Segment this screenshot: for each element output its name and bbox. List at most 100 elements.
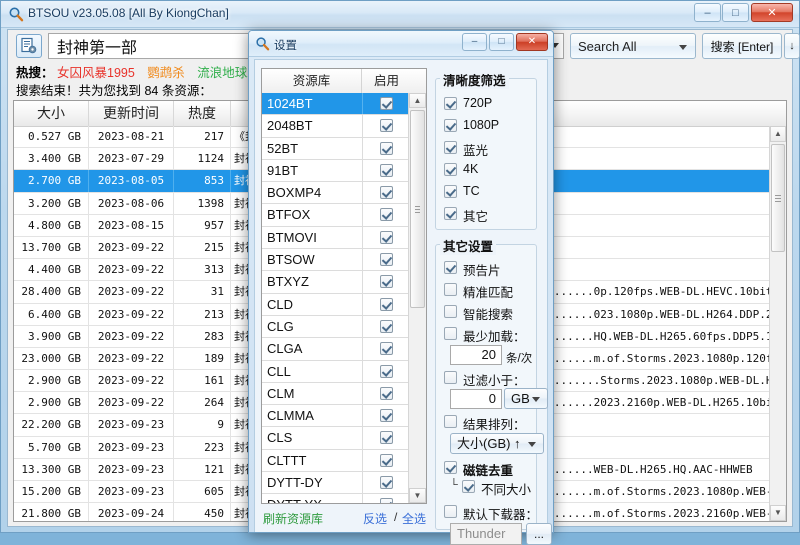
sort-order-select[interactable]: 大小(GB) ↑	[450, 433, 544, 454]
source-enabled-checkbox[interactable]	[380, 186, 393, 200]
column-header-date[interactable]: 更新时间	[89, 101, 174, 126]
source-list-item[interactable]: BOXMP4	[262, 182, 409, 205]
quality-filter-title: 清晰度筛选	[440, 70, 509, 89]
cell-date: 2023-09-22	[89, 370, 174, 392]
source-list-item[interactable]: DYTT-YX	[262, 494, 409, 503]
cell-hot: 264	[174, 392, 231, 414]
source-list-item[interactable]: CLG	[262, 315, 409, 339]
source-enabled-checkbox[interactable]	[380, 297, 393, 311]
source-enabled-checkbox[interactable]	[380, 141, 393, 155]
source-list-item[interactable]: CLMMA	[262, 405, 409, 428]
source-enabled-checkbox[interactable]	[380, 275, 393, 289]
source-enabled-checkbox[interactable]	[380, 364, 393, 378]
browse-downloader-button[interactable]: ...	[526, 523, 552, 545]
settings-minimize-button[interactable]: –	[462, 33, 487, 51]
cell-hot: 1124	[174, 148, 231, 170]
source-list-item[interactable]: 52BT	[262, 137, 409, 160]
source-list-item[interactable]: BTXYZ	[262, 271, 409, 294]
source-list-item[interactable]: 1024BT	[262, 93, 409, 116]
settings-options-column: 清晰度筛选 720P 1080P 蓝光 4K TC 其它 其它设置 预告片 精准…	[435, 66, 552, 545]
source-enabled-checkbox[interactable]	[380, 319, 393, 333]
scrollbar-grip	[415, 206, 420, 213]
select-all-link[interactable]: 全选	[402, 510, 426, 527]
hot-search-item[interactable]: 女囚风暴1995	[57, 66, 135, 80]
checkbox-label: 结果排列：	[463, 418, 526, 432]
maximize-button[interactable]: □	[722, 3, 749, 22]
minimize-button[interactable]: –	[694, 3, 721, 22]
source-list-scrollbar[interactable]: ▲ ▼	[408, 93, 426, 503]
checkbox-label: 720P	[463, 96, 493, 110]
source-list-item[interactable]: DYTT-DY	[262, 472, 409, 495]
scroll-up-icon[interactable]: ▲	[770, 126, 786, 142]
close-icon: ✕	[767, 7, 777, 19]
scroll-up-icon[interactable]: ▲	[409, 93, 426, 108]
more-options-button[interactable]: ↓	[784, 33, 800, 59]
source-list-item[interactable]: CLM	[262, 382, 409, 406]
source-list-item[interactable]: BTMOVI	[262, 226, 409, 250]
source-list-item[interactable]: BTSOW	[262, 249, 409, 272]
cell-date: 2023-09-23	[89, 458, 174, 480]
cell-date: 2023-09-23	[89, 481, 174, 503]
source-name: BOXMP4	[267, 185, 322, 201]
source-enabled-checkbox[interactable]	[380, 409, 393, 423]
invert-selection-link[interactable]: 反选	[363, 510, 387, 527]
downloader-path-input[interactable]: Thunder	[450, 523, 522, 545]
cell-date: 2023-09-22	[89, 259, 174, 281]
source-enabled-checkbox[interactable]	[380, 476, 393, 490]
source-list-item[interactable]: CLGA	[262, 338, 409, 361]
results-scrollbar[interactable]: ▲ ▼	[769, 126, 786, 521]
source-column-header-name[interactable]: 资源库	[262, 69, 362, 93]
chevron-down-icon	[679, 45, 687, 50]
source-list-item[interactable]: CLL	[262, 360, 409, 383]
scrollbar-thumb[interactable]	[771, 144, 785, 252]
cell-hot: 1398	[174, 192, 231, 214]
source-enabled-checkbox[interactable]	[380, 230, 393, 244]
cell-size: 6.400 GB	[14, 303, 89, 325]
scroll-down-icon[interactable]: ▼	[409, 488, 426, 503]
search-button[interactable]: 搜索 [Enter]	[702, 33, 782, 59]
source-enabled-checkbox[interactable]	[380, 386, 393, 400]
settings-maximize-button[interactable]: □	[489, 33, 514, 51]
hot-search-label: 热搜：	[16, 66, 54, 80]
hot-search-item[interactable]: 鹦鹉杀	[147, 66, 185, 80]
document-settings-icon[interactable]	[16, 34, 42, 58]
source-list-item[interactable]: CLTTT	[262, 449, 409, 473]
cell-divider	[362, 494, 363, 503]
source-list-item[interactable]: CLS	[262, 427, 409, 450]
source-name: CLM	[267, 385, 295, 401]
cell-divider	[362, 93, 363, 115]
source-enabled-checkbox[interactable]	[380, 97, 393, 110]
refresh-sources-link[interactable]: 刷新资源库	[263, 510, 323, 527]
source-column-header-enabled[interactable]: 启用	[362, 69, 411, 93]
source-enabled-checkbox[interactable]	[380, 163, 393, 177]
scrollbar-thumb[interactable]	[410, 110, 425, 308]
source-enabled-checkbox[interactable]	[380, 208, 393, 222]
search-scope-select[interactable]: Search All	[570, 33, 696, 59]
close-button[interactable]: ✕	[751, 3, 793, 22]
source-list-item[interactable]: CLD	[262, 293, 409, 316]
checkbox-label: 精准匹配	[463, 286, 514, 300]
source-enabled-checkbox[interactable]	[380, 431, 393, 445]
source-name: DYTT-DY	[267, 475, 323, 491]
min-load-input[interactable]: 20	[450, 345, 502, 365]
source-enabled-checkbox[interactable]	[380, 342, 393, 356]
source-list-item[interactable]: 91BT	[262, 159, 409, 183]
source-name: CLS	[267, 430, 293, 446]
source-enabled-checkbox[interactable]	[380, 453, 393, 467]
source-enabled-checkbox[interactable]	[380, 253, 393, 267]
checkbox-icon	[444, 305, 457, 318]
source-name: CLG	[267, 318, 294, 334]
settings-close-button[interactable]: ✕	[516, 33, 548, 51]
filter-size-input[interactable]: 0	[450, 389, 502, 409]
source-enabled-checkbox[interactable]	[380, 119, 393, 133]
hot-search-item[interactable]: 流浪地球2	[197, 66, 254, 80]
scroll-down-icon[interactable]: ▼	[770, 505, 786, 521]
source-enabled-checkbox[interactable]	[380, 498, 393, 503]
checkbox-label: 预告片	[463, 264, 501, 278]
source-list-item[interactable]: BTFOX	[262, 204, 409, 227]
filter-size-unit-select[interactable]: GB	[504, 388, 548, 409]
column-header-hot[interactable]: 热度	[174, 101, 231, 126]
source-list-item[interactable]: 2048BT	[262, 115, 409, 138]
column-header-size[interactable]: 大小	[14, 101, 89, 126]
checkbox-icon	[444, 415, 457, 428]
